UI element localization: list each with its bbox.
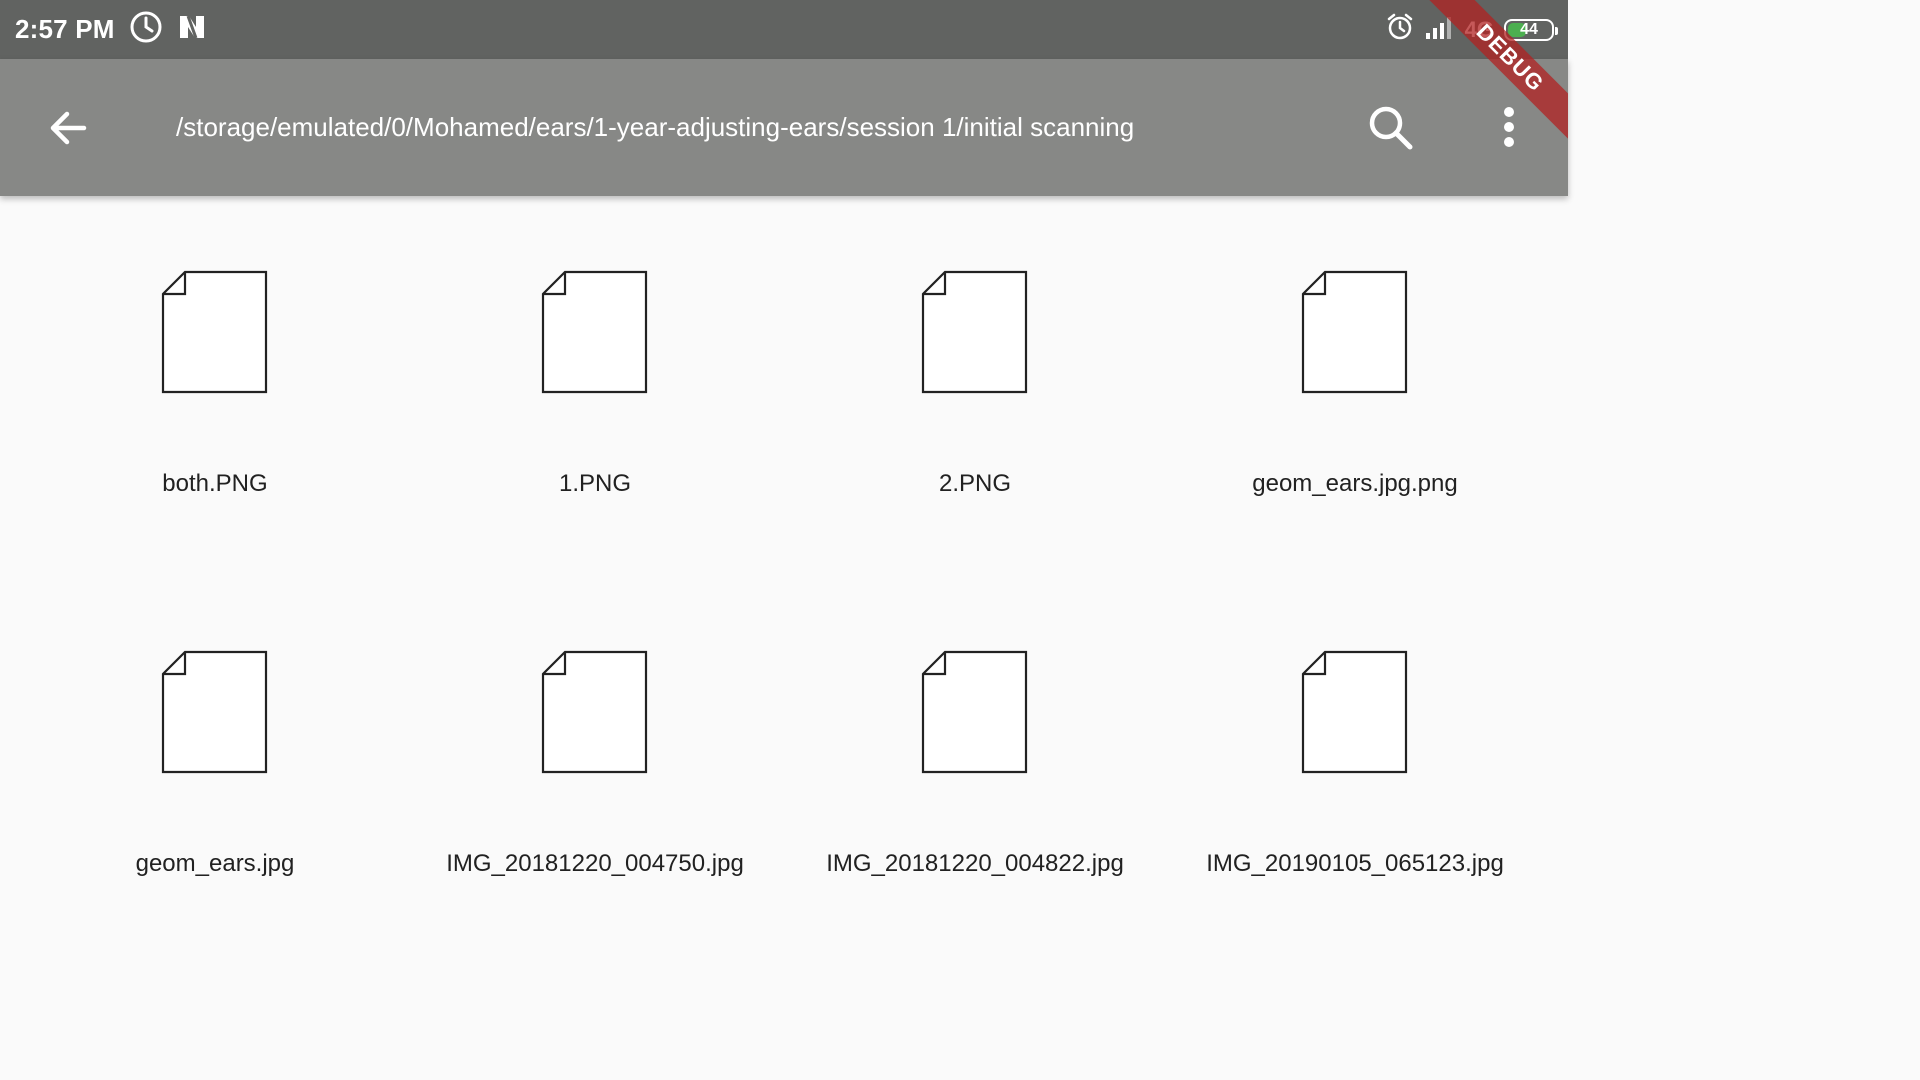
battery-tip (1555, 26, 1558, 35)
file-name: 1.PNG (558, 470, 632, 497)
file-icon (161, 270, 269, 394)
file-name: IMG_20190105_065123.jpg (1206, 850, 1504, 877)
file-grid: both.PNG 1.PNG 2.PNG geom_ears.jpg.png geom_… (25, 196, 1545, 956)
file-tile[interactable]: geom_ears.jpg (25, 576, 405, 956)
file-icon (1301, 270, 1409, 394)
app-bar: /storage/emulated/0/Mohamed/ears/1-year-… (0, 59, 1568, 196)
file-icon (161, 650, 269, 774)
file-tile[interactable]: IMG_20190105_065123.jpg (1165, 576, 1545, 956)
file-tile[interactable]: geom_ears.jpg.png (1165, 196, 1545, 576)
more-options-button[interactable] (1476, 95, 1542, 161)
clock-icon (129, 10, 163, 49)
back-button[interactable] (36, 95, 102, 161)
n-notification-icon (177, 12, 207, 47)
signal-icon (1425, 15, 1455, 44)
file-name: both.PNG (162, 470, 268, 497)
file-tile[interactable]: both.PNG (25, 196, 405, 576)
file-tile[interactable]: IMG_20181220_004822.jpg (785, 576, 1165, 956)
file-icon (541, 650, 649, 774)
search-button[interactable] (1358, 95, 1424, 161)
network-type: 4G (1464, 16, 1494, 42)
page-title: /storage/emulated/0/Mohamed/ears/1-year-… (176, 112, 1135, 142)
file-name: geom_ears.jpg.png (1252, 470, 1458, 497)
search-icon (1369, 106, 1413, 150)
battery-level: 44 (1520, 20, 1538, 38)
file-icon (921, 270, 1029, 394)
file-tile[interactable]: IMG_20181220_004750.jpg (405, 576, 785, 956)
alarm-icon (1385, 12, 1415, 47)
more-vertical-icon (1504, 107, 1514, 147)
status-bar: 2:57 PM 4G 44 (0, 0, 1568, 59)
file-icon (921, 650, 1029, 774)
file-icon (1301, 650, 1409, 774)
battery-icon: 44 (1504, 18, 1558, 41)
file-name: IMG_20181220_004750.jpg (446, 850, 744, 877)
file-name: 2.PNG (938, 470, 1012, 497)
file-tile[interactable]: 1.PNG (405, 196, 785, 576)
file-icon (541, 270, 649, 394)
file-name: geom_ears.jpg (135, 850, 295, 877)
file-tile[interactable]: 2.PNG (785, 196, 1165, 576)
status-time: 2:57 PM (15, 14, 115, 44)
arrow-left-icon (50, 111, 87, 145)
file-name: IMG_20181220_004822.jpg (826, 850, 1124, 877)
